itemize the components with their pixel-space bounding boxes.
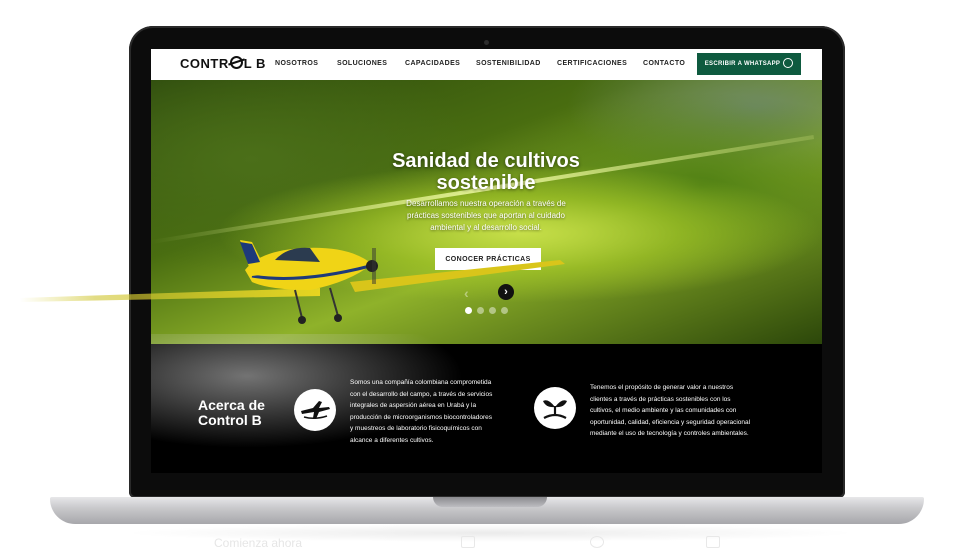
camera-dot <box>484 40 489 45</box>
crop-duster-airplane-image <box>20 240 565 324</box>
chat-icon <box>461 536 475 548</box>
airplane-icon <box>294 389 336 431</box>
top-nav: CONTR L B NOSOTROS SOLUCIONES CAPACIDADES… <box>151 49 822 80</box>
about-section: Acerca de Control B Somos una compañía c… <box>151 334 822 473</box>
car-icon <box>706 536 720 548</box>
nav-item-nosotros[interactable]: NOSOTROS <box>275 60 318 67</box>
nav-item-contacto[interactable]: CONTACTO <box>643 60 685 67</box>
steering-icon <box>590 536 604 548</box>
hero-subtitle: Desarrollamos nuestra operación a través… <box>406 199 566 232</box>
about-text-company: Somos una compañía colombiana comprometi… <box>350 379 493 444</box>
laptop-notch <box>433 497 547 507</box>
nav-item-sostenibilidad[interactable]: SOSTENIBILIDAD <box>476 60 541 67</box>
nav-item-certificaciones[interactable]: CERTIFICACIONES <box>557 60 627 67</box>
hero-title: Sanidad de cultivos sostenible <box>392 150 580 194</box>
nav-item-soluciones[interactable]: SOLUCIONES <box>337 60 387 67</box>
about-text-purpose: Tenemos el propósito de generar valor a … <box>590 384 751 437</box>
about-title: Acerca de Control B <box>198 397 265 428</box>
seedling-icon <box>534 387 576 429</box>
nav-item-capacidades[interactable]: CAPACIDADES <box>405 60 460 67</box>
whatsapp-icon <box>783 58 794 68</box>
logo-ring-icon <box>229 56 243 69</box>
whatsapp-button[interactable]: ESCRIBIR A WHATSAPP <box>697 53 801 75</box>
logo[interactable]: CONTR L B <box>180 56 266 71</box>
